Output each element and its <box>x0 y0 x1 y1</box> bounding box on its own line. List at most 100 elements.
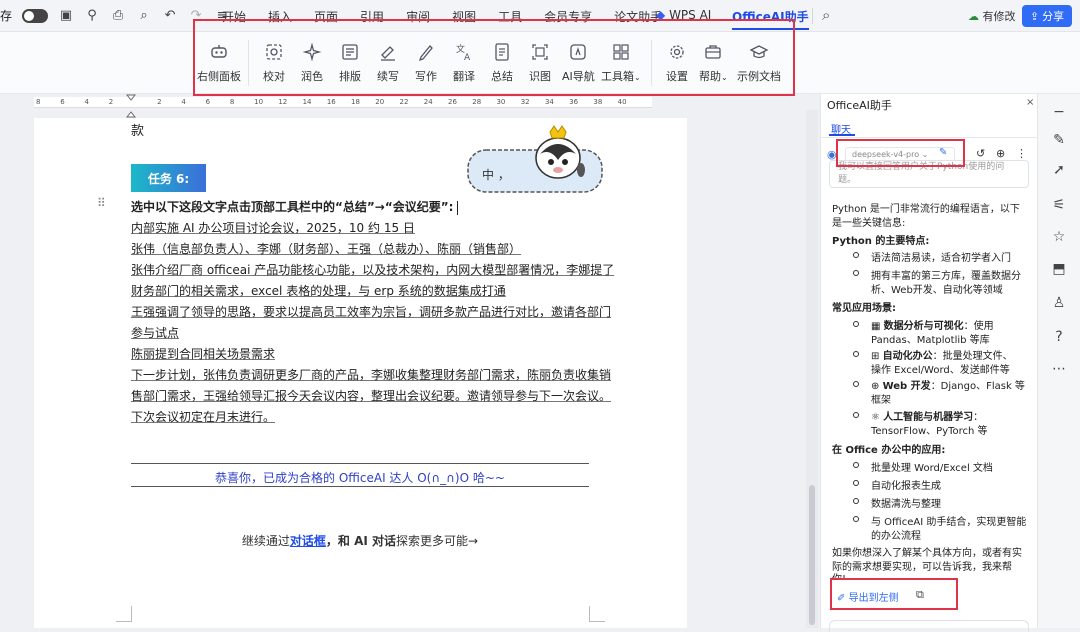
office-1: 批量处理 Word/Excel 文档 <box>871 463 993 474</box>
ribbon-polish-button[interactable]: 润色 <box>301 42 323 84</box>
sticker-text: 中 ， <box>482 168 510 182</box>
ribbon-help-button[interactable]: 帮助⌄ <box>699 42 728 84</box>
continue-hint: 继续通过对话框，和 AI 对话探索更多可能→ <box>131 532 589 549</box>
mascot-cat-illustration <box>467 125 603 193</box>
export-to-left-button[interactable]: ✐ 导出到左侧 <box>837 589 899 604</box>
congrats-text: 恭喜你，已成为合格的 OfficeAI 达人 O(∩_∩)O 哈~~ <box>215 471 505 485</box>
tab-wps-ai[interactable]: ◆ WPS AI <box>656 8 711 22</box>
ruler-tick-label: 34 <box>544 98 554 106</box>
ribbon-toolbox-button[interactable]: 工具箱⌄ <box>601 42 641 84</box>
ribbon-sample-docs-button[interactable]: 示例文档 <box>737 42 781 84</box>
copy-icon[interactable]: ⧉ <box>916 588 924 602</box>
office-2: 自动化报表生成 <box>871 481 941 492</box>
robot-icon <box>211 45 227 58</box>
ruler-indent-marker[interactable] <box>125 94 137 118</box>
ruler-tick-label: 10 <box>254 98 264 106</box>
scrollbar-thumb[interactable] <box>809 485 815 625</box>
meeting-line-8[interactable]: 下一步计划，张伟负责调研更多厂商的产品，李娜收集整理财务部门需求，陈丽负责收集销 <box>131 366 611 383</box>
bullet <box>853 498 859 504</box>
search-icon[interactable]: ⌕ <box>822 6 830 24</box>
office-3: 数据清洗与整理 <box>871 499 941 510</box>
shirt-icon[interactable]: ♙ <box>1050 295 1068 313</box>
link-icon[interactable]: ⚲ <box>84 8 100 23</box>
ribbon-summary-button[interactable]: 总结 <box>491 42 513 84</box>
sparkle-icon <box>302 42 322 62</box>
pen-icon[interactable]: ✎ <box>1050 132 1068 150</box>
meeting-line-10[interactable]: 下次会议初定在月末进行。 <box>131 408 275 425</box>
meeting-line-2[interactable]: 张伟（信息部负责人）、李娜（财务部）、王强（总裁办）、陈丽（销售部） <box>131 240 521 257</box>
adjust-icon[interactable]: ⚟ <box>1050 197 1068 215</box>
document-scrollbar[interactable] <box>806 110 818 628</box>
settings-icon <box>670 45 684 59</box>
ruler-tick-label: 4 <box>84 98 89 106</box>
help-circle-icon[interactable]: ? <box>1050 329 1068 347</box>
meeting-line-6[interactable]: 参与试点 <box>131 324 179 341</box>
ribbon-settings-button[interactable]: 设置 <box>666 42 688 84</box>
tab-home[interactable]: 开始 <box>222 8 246 25</box>
tab-tools[interactable]: 工具 <box>498 8 522 25</box>
tab-references[interactable]: 引用 <box>360 8 384 25</box>
tab-insert[interactable]: 插入 <box>268 8 292 25</box>
ribbon-label: 示例文档 <box>737 70 781 83</box>
ribbon-layout-button[interactable]: 排版 <box>339 42 361 84</box>
tab-paper-assistant[interactable]: 论文助手 <box>614 8 662 25</box>
undo-icon[interactable]: ↶ <box>162 8 178 23</box>
ribbon-proofread-button[interactable]: 校对 <box>263 42 285 84</box>
ruler-tick-label: 28 <box>472 98 482 106</box>
bullet <box>853 321 859 327</box>
save-icon[interactable]: ▣ <box>58 8 74 23</box>
scene-3-line-2: 框架 <box>871 395 891 406</box>
modify-label: 有修改 <box>982 10 1016 23</box>
continue-prefix: 继续通过 <box>241 534 290 548</box>
menu-bar: 存 ▣ ⚲ ⎙ ⌕ ↶ ↷ ≡ 开始 插入 页面 引用 审阅 视图 工具 会员专… <box>0 0 1080 32</box>
rail-item[interactable]: − <box>1050 104 1068 122</box>
meeting-line-9[interactable]: 售部门需求，王强给领导汇报今天会议内容，整理出会议纪要。邀请领导参与下一次会议。 <box>131 387 611 404</box>
ribbon-continue-write-button[interactable]: 续写 <box>377 42 399 84</box>
share-icon: ⇪ <box>1029 9 1040 23</box>
office-4-line-2: 的办公流程 <box>871 531 921 542</box>
history-icon[interactable]: ↺ <box>976 147 985 160</box>
redo-icon[interactable]: ↷ <box>188 8 204 23</box>
scene-2-line-1: ⊞ 自动化办公：批量处理文件、 <box>871 347 1013 362</box>
autosave-toggle[interactable] <box>22 8 49 23</box>
print-icon[interactable]: ⎙ <box>110 8 126 23</box>
ribbon-translate-button[interactable]: 文A 翻译 <box>453 42 475 84</box>
tab-member[interactable]: 会员专享 <box>544 8 592 25</box>
sparkle-star-icon[interactable]: ☆ <box>1050 229 1068 247</box>
format-icon[interactable]: ⬒ <box>1050 261 1068 279</box>
modify-status[interactable]: ☁ 有修改 <box>968 8 1016 24</box>
meeting-line-3[interactable]: 张伟介绍厂商 officeai 产品功能核心功能，以及技术架构，内网大模型部署情… <box>131 261 614 278</box>
share-button[interactable]: ⇪ 分享 <box>1022 5 1072 27</box>
print-preview-icon[interactable]: ⌕ <box>136 8 152 23</box>
officeai-side-panel: OfficeAI助手 × 聊天 ◉ deepseek-v4-pro ⌄ ✎ ↺ … <box>820 94 1038 632</box>
page-corner-mark <box>116 606 132 622</box>
document-page[interactable]: 款 中 ， 任务 6: ⠿ 选中以下这段文字点击顶部工具栏中的“总结”→“会议纪… <box>34 118 687 628</box>
cursor-icon[interactable]: ➚ <box>1050 162 1068 180</box>
ribbon-write-button[interactable]: 写作 <box>415 42 437 84</box>
meeting-line-5[interactable]: 王强强调了领导的思路，要求以提高员工效率为宗旨，调研多款产品进行对比，邀请各部门 <box>131 303 611 320</box>
tab-page[interactable]: 页面 <box>314 8 338 25</box>
ribbon-label: 润色 <box>301 70 323 83</box>
ribbon-right-panel-button[interactable]: 右侧面板 <box>197 42 241 84</box>
tab-view[interactable]: 视图 <box>452 8 476 25</box>
close-icon[interactable]: × <box>1026 97 1034 108</box>
tab-officeai[interactable]: OfficeAI助手 <box>732 8 809 30</box>
meeting-line-1[interactable]: 内部实施 AI 办公项目讨论会议，2025，10 约 15 日 <box>131 219 415 236</box>
meeting-line-4[interactable]: 财务部门的相关需求，excel 表格的处理，与 erp 系统的数据集成打通 <box>131 282 506 299</box>
more-options-icon[interactable]: ⋮ <box>1016 147 1027 160</box>
more-dots-icon[interactable]: ⋯ <box>1050 361 1068 379</box>
ribbon-ai-nav-button[interactable]: AI导航 <box>562 42 595 84</box>
ribbon-label: AI导航 <box>562 70 595 83</box>
officeai-ribbon: 右侧面板 校对 润色 排版 续写 写作 文A 翻译 总结 识图 AI导航 工具箱… <box>0 32 1080 94</box>
chevron-down-icon: ⌄ <box>634 73 641 82</box>
drag-handle-icon[interactable]: ⠿ <box>97 196 106 210</box>
ruler-tick-label: 8 <box>36 98 41 106</box>
edit-pencil-icon[interactable]: ✎ <box>939 147 947 158</box>
meeting-line-7[interactable]: 陈丽提到合同相关场景需求 <box>131 345 275 362</box>
outro-2: 际的需求想要实现，可以告诉我，我来帮 <box>832 562 1012 573</box>
ribbon-image-recognize-button[interactable]: 识图 <box>529 42 551 84</box>
new-chat-icon[interactable]: ⊕ <box>996 147 1005 160</box>
tab-review[interactable]: 审阅 <box>406 8 430 25</box>
dialog-link[interactable]: 对话框 <box>290 534 326 548</box>
chat-input-box[interactable] <box>829 620 1029 632</box>
